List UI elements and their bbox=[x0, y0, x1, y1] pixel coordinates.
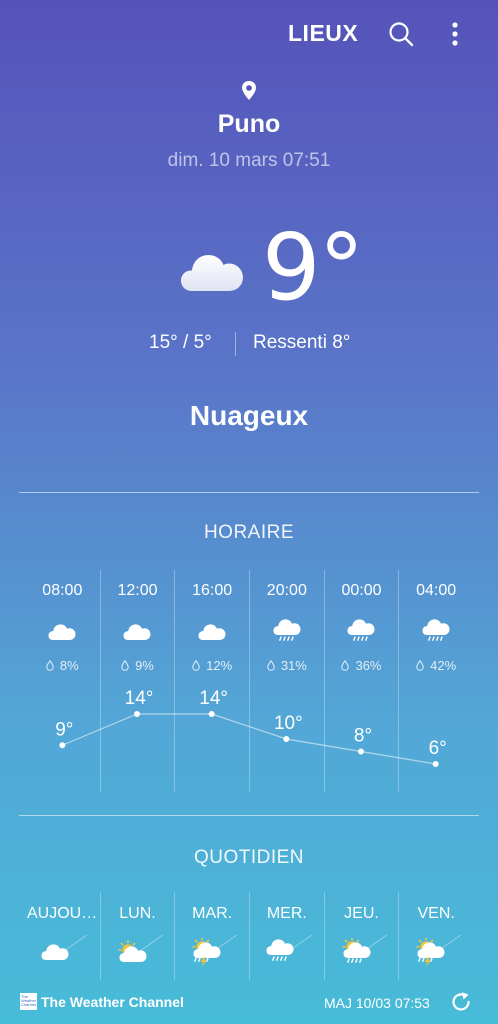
daily-item[interactable]: LUN. bbox=[99, 892, 175, 980]
daily-title: QUOTIDIEN bbox=[193, 847, 305, 868]
cloud-icon bbox=[48, 624, 76, 640]
weather-condition: Nuageux bbox=[189, 400, 309, 431]
daily-day: AUJOURD'HUI bbox=[27, 905, 100, 922]
weather-channel-logo: The Weather Channel bbox=[20, 993, 37, 1010]
cloud-icon bbox=[41, 944, 69, 960]
search-icon[interactable] bbox=[388, 21, 414, 47]
daily-item[interactable]: MAR. bbox=[174, 892, 249, 980]
rain-cloud-icon bbox=[273, 619, 301, 641]
sun-rain-icon bbox=[341, 938, 371, 963]
hourly-time: 16:00 bbox=[192, 582, 233, 599]
daily-item[interactable]: MER. bbox=[249, 892, 324, 980]
rain-cloud-icon bbox=[266, 939, 294, 961]
divider bbox=[235, 332, 236, 356]
location-pin-icon bbox=[242, 81, 256, 100]
precipitation-value: 42% bbox=[430, 658, 457, 673]
raindrop-icon bbox=[46, 660, 54, 671]
rain-cloud-icon bbox=[347, 619, 375, 641]
raindrop-icon bbox=[267, 660, 275, 671]
raindrop-icon bbox=[192, 660, 200, 671]
daily-day: MAR. bbox=[192, 905, 233, 922]
rain-cloud-icon bbox=[422, 619, 450, 641]
precipitation-value: 12% bbox=[206, 658, 233, 673]
divider bbox=[19, 815, 479, 816]
partly-cloudy-icon bbox=[117, 940, 147, 962]
precipitation-chance: 12% bbox=[175, 658, 249, 673]
daily-day: VEN. bbox=[417, 905, 455, 922]
daily-day: JEU. bbox=[344, 905, 379, 922]
hourly-time: 00:00 bbox=[341, 582, 382, 599]
refresh-icon[interactable] bbox=[450, 991, 472, 1013]
precipitation-value: 36% bbox=[355, 658, 382, 673]
hourly-item: 04:00 42% bbox=[398, 570, 473, 792]
places-button[interactable]: LIEUX bbox=[288, 20, 358, 47]
precipitation-chance: 42% bbox=[399, 658, 473, 673]
hourly-item: 08:00 8% bbox=[25, 570, 100, 792]
cloud-icon bbox=[123, 624, 151, 640]
last-updated: MAJ 10/03 07:53 bbox=[324, 995, 430, 1011]
daily-item[interactable]: JEU. bbox=[323, 892, 399, 980]
cloud-icon bbox=[181, 255, 243, 291]
hourly-item: 12:00 9% bbox=[99, 570, 175, 792]
hourly-time: 08:00 bbox=[42, 582, 83, 599]
date-time: dim. 10 mars 07:51 bbox=[167, 150, 331, 171]
feels-like-temperature: Ressenti 8° bbox=[253, 332, 351, 353]
brand-name[interactable]: The Weather Channel bbox=[41, 994, 184, 1010]
current-temperature: 9° bbox=[262, 214, 365, 321]
raindrop-icon bbox=[416, 660, 424, 671]
divider bbox=[19, 492, 479, 493]
sun-storm-icon bbox=[192, 938, 221, 966]
raindrop-icon bbox=[121, 660, 129, 671]
hourly-item: 00:00 36% bbox=[323, 570, 399, 792]
more-vertical-icon[interactable] bbox=[444, 20, 466, 48]
top-bar: LIEUX bbox=[0, 0, 498, 70]
precipitation-chance: 31% bbox=[250, 658, 324, 673]
precipitation-chance: 9% bbox=[101, 658, 175, 673]
precipitation-chance: 8% bbox=[25, 658, 100, 673]
hourly-time: 12:00 bbox=[117, 582, 158, 599]
daily-item[interactable]: VEN. bbox=[398, 892, 473, 980]
precipitation-chance: 36% bbox=[325, 658, 399, 673]
daily-day: LUN. bbox=[119, 905, 156, 922]
hourly-item: 16:00 12% bbox=[174, 570, 249, 792]
hourly-time: 04:00 bbox=[416, 582, 457, 599]
daily-item[interactable]: AUJOURD'HUI bbox=[25, 892, 100, 980]
hourly-forecast: 08:00 8% 12:00 9% 16:00 12% 20:00 31% 00:00 36% 04… bbox=[25, 570, 473, 792]
hourly-title: HORAIRE bbox=[203, 522, 295, 543]
high-low-temperature: 15° / 5° bbox=[149, 332, 212, 353]
hourly-time: 20:00 bbox=[266, 582, 307, 599]
precipitation-value: 31% bbox=[280, 658, 307, 673]
precipitation-value: 8% bbox=[59, 658, 79, 673]
hourly-item: 20:00 31% bbox=[249, 570, 324, 792]
raindrop-icon bbox=[341, 660, 350, 671]
daily-forecast: AUJOURD'HUI LUN. MAR. MER. JEU. VEN. bbox=[25, 892, 473, 980]
precipitation-value: 9% bbox=[135, 658, 154, 673]
sun-storm-icon bbox=[416, 938, 445, 966]
cloud-icon bbox=[198, 624, 226, 640]
city-name: Puno bbox=[217, 110, 281, 138]
daily-day: MER. bbox=[266, 905, 307, 922]
